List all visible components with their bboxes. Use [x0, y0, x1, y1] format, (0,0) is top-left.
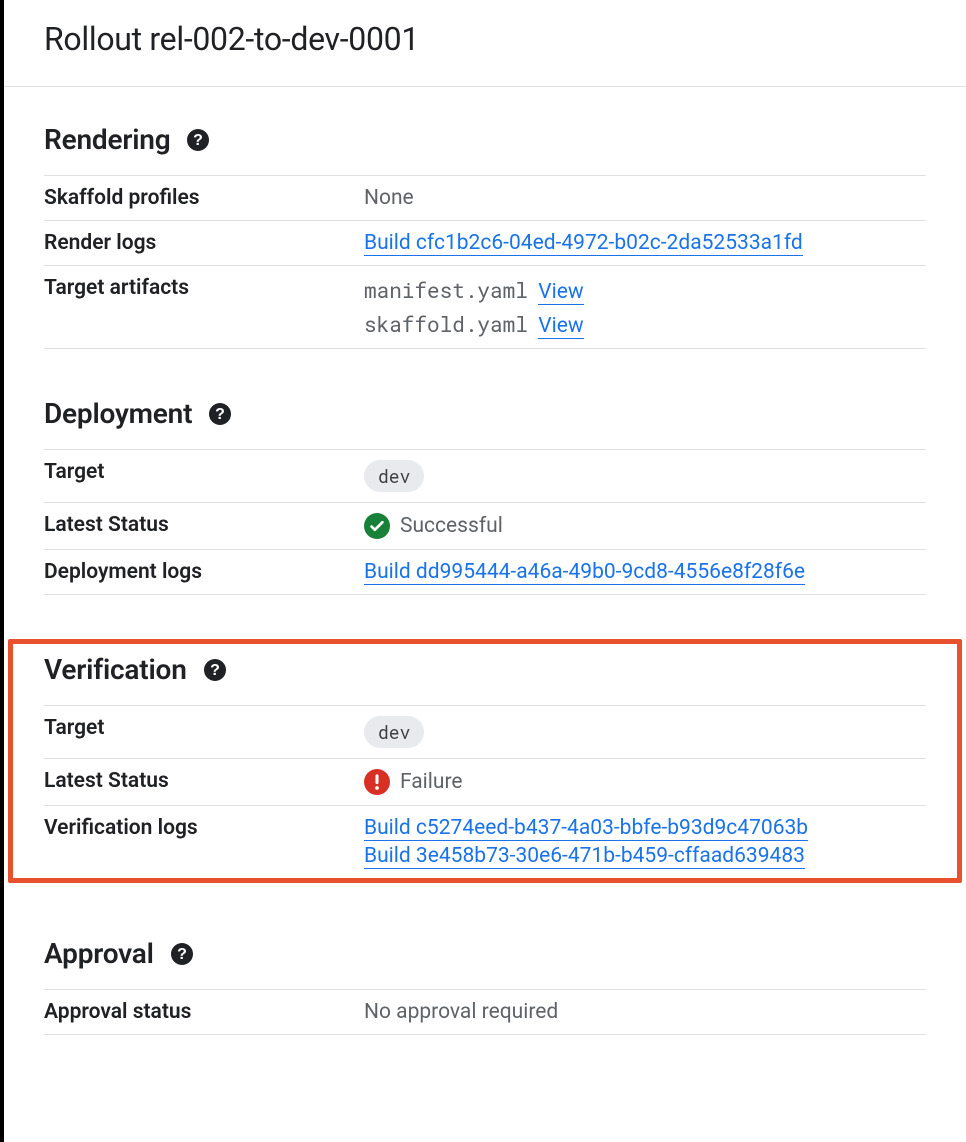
svg-text:?: ? [194, 132, 204, 149]
deployment-section: Deployment ? Target dev Latest Status Su… [44, 397, 926, 595]
rendering-section: Rendering ? Skaffold profiles None Rende… [44, 123, 926, 349]
deployment-heading: Deployment [44, 397, 192, 430]
help-icon[interactable]: ? [170, 942, 194, 966]
verification-logs-label: Verification logs [44, 816, 364, 840]
verification-log-link[interactable]: Build c5274eed-b437-4a03-bbfe-b93d9c4706… [364, 816, 808, 841]
verification-status-label: Latest Status [44, 769, 364, 793]
verification-target-label: Target [44, 716, 364, 740]
artifact-filename: manifest.yaml [364, 276, 528, 304]
approval-heading: Approval [44, 937, 154, 970]
verification-heading-row: Verification ? [44, 653, 926, 686]
verification-heading: Verification [44, 653, 187, 686]
target-chip: dev [364, 460, 424, 492]
verification-logs-row: Verification logs Build c5274eed-b437-4a… [44, 805, 926, 879]
deployment-heading-row: Deployment ? [44, 397, 926, 430]
deployment-logs-link[interactable]: Build dd995444-a46a-49b0-9cd8-4556e8f28f… [364, 560, 805, 585]
skaffold-profiles-value: None [364, 186, 926, 210]
approval-status-row: Approval status No approval required [44, 989, 926, 1035]
deployment-target-row: Target dev [44, 449, 926, 503]
rendering-heading: Rendering [44, 123, 170, 156]
svg-text:?: ? [215, 406, 225, 423]
artifact-line: skaffold.yaml View [364, 310, 926, 338]
target-artifacts-row: Target artifacts manifest.yaml View skaf… [44, 265, 926, 349]
verification-log-link[interactable]: Build 3e458b73-30e6-471b-b459-cffaad6394… [364, 844, 805, 869]
help-icon[interactable]: ? [208, 402, 232, 426]
deployment-status-label: Latest Status [44, 513, 364, 537]
approval-status-label: Approval status [44, 1000, 364, 1024]
deployment-logs-label: Deployment logs [44, 560, 364, 584]
title-divider [4, 86, 966, 87]
help-icon[interactable]: ? [203, 658, 227, 682]
deployment-target-label: Target [44, 460, 364, 484]
skaffold-profiles-row: Skaffold profiles None [44, 175, 926, 221]
artifact-view-link[interactable]: View [538, 280, 583, 305]
page-title: Rollout rel-002-to-dev-0001 [44, 20, 926, 58]
deployment-status-row: Latest Status Successful [44, 502, 926, 550]
target-chip: dev [364, 716, 424, 748]
rendering-heading-row: Rendering ? [44, 123, 926, 156]
help-icon[interactable]: ? [186, 128, 210, 152]
svg-text:?: ? [177, 946, 187, 963]
target-artifacts-label: Target artifacts [44, 276, 364, 300]
render-logs-link[interactable]: Build cfc1b2c6-04ed-4972-b02c-2da52533a1… [364, 231, 803, 256]
deployment-status-value: Successful [400, 514, 503, 538]
error-icon [364, 769, 390, 795]
success-icon [364, 513, 390, 539]
approval-section: Approval ? Approval status No approval r… [44, 937, 926, 1035]
artifact-view-link[interactable]: View [538, 314, 583, 339]
deployment-logs-row: Deployment logs Build dd995444-a46a-49b0… [44, 549, 926, 595]
approval-status-value: No approval required [364, 1000, 926, 1024]
render-logs-row: Render logs Build cfc1b2c6-04ed-4972-b02… [44, 220, 926, 266]
artifact-filename: skaffold.yaml [364, 310, 528, 338]
svg-text:?: ? [210, 662, 220, 679]
render-logs-label: Render logs [44, 231, 364, 255]
approval-heading-row: Approval ? [44, 937, 926, 970]
verification-status-value: Failure [400, 770, 463, 794]
verification-target-row: Target dev [44, 705, 926, 759]
skaffold-profiles-label: Skaffold profiles [44, 186, 364, 210]
verification-status-row: Latest Status Failure [44, 758, 926, 806]
artifact-line: manifest.yaml View [364, 276, 926, 304]
verification-section: Verification ? Target dev Latest Status … [44, 643, 926, 889]
